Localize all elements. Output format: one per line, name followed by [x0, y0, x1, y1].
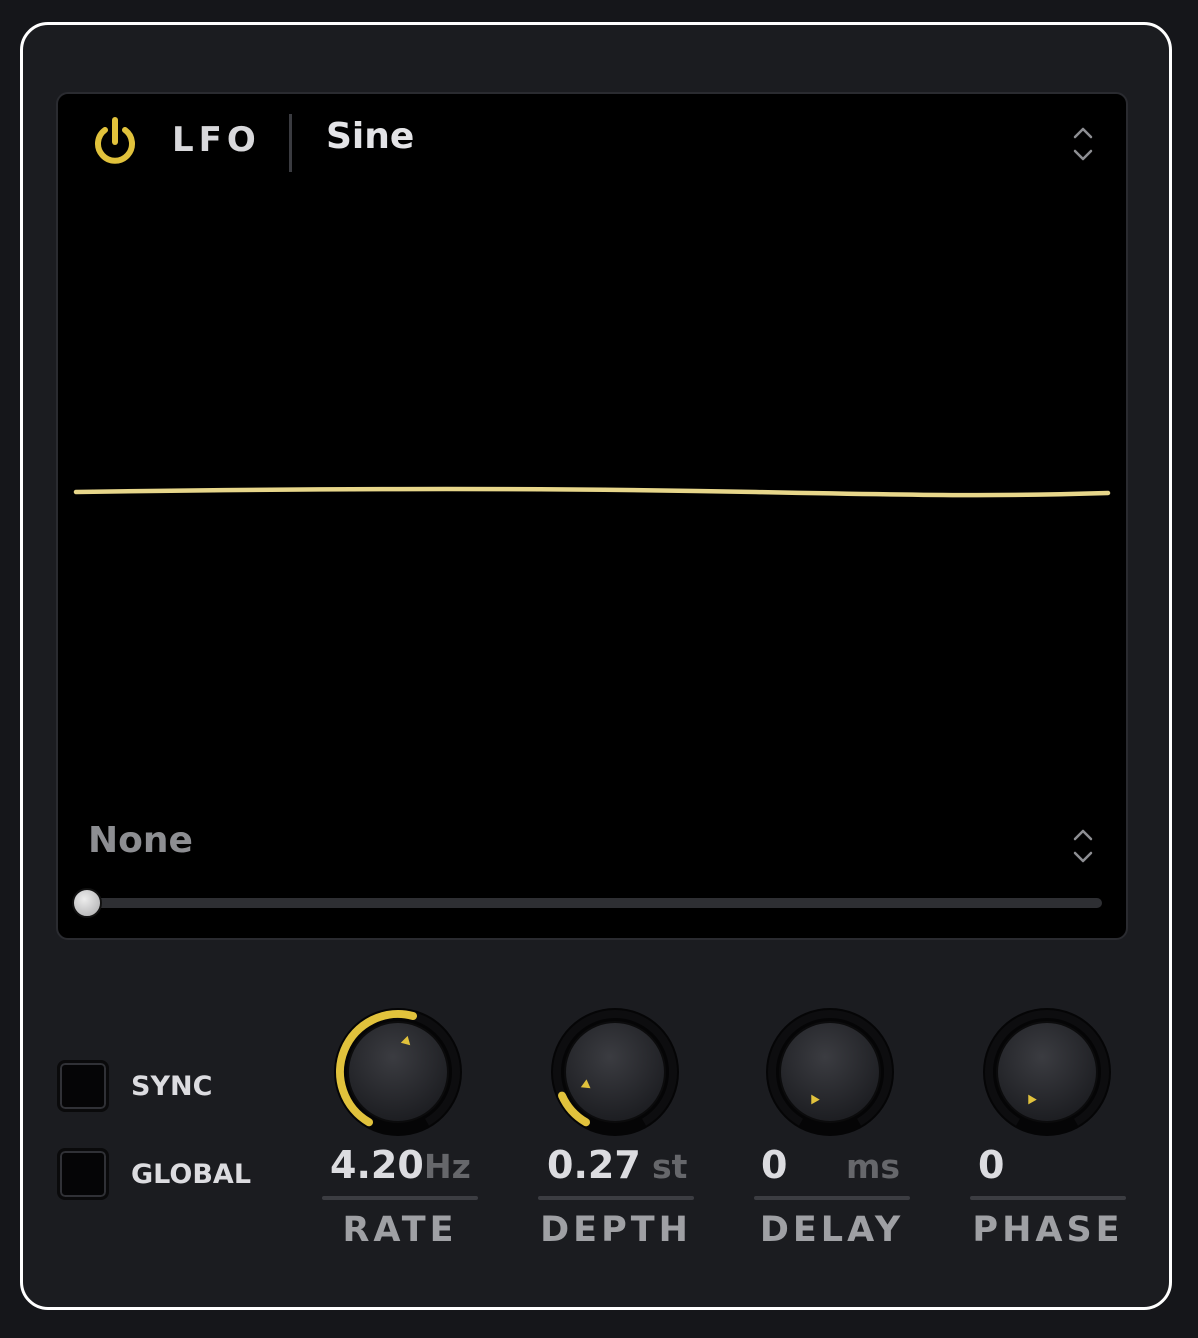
lfo-waveform [73, 486, 1111, 498]
phase-value[interactable]: 0 [978, 1143, 1004, 1187]
knob-cap [347, 1021, 449, 1123]
delay-unit: ms [846, 1147, 901, 1186]
depth-divider [538, 1196, 694, 1200]
sync-checkbox[interactable] [57, 1060, 109, 1112]
rate-value[interactable]: 4.20 [330, 1143, 424, 1187]
rate-label: RATE [342, 1210, 458, 1250]
rate-divider [322, 1196, 478, 1200]
global-label: GLOBAL [131, 1159, 252, 1190]
delay-divider [754, 1196, 910, 1200]
depth-value[interactable]: 0.27 [547, 1143, 641, 1187]
source-up-down-chevron-icon[interactable] [1070, 826, 1096, 866]
sync-label: SYNC [131, 1071, 213, 1102]
depth-label: DEPTH [540, 1210, 692, 1250]
rate-unit: Hz [424, 1147, 471, 1186]
phase-label: PHASE [972, 1210, 1124, 1250]
modulation-amount-slider[interactable] [90, 898, 1102, 908]
knob-cap [996, 1021, 1098, 1123]
phase-knob[interactable] [977, 1002, 1117, 1142]
delay-label: DELAY [759, 1210, 905, 1250]
knob-cap [779, 1021, 881, 1123]
global-checkbox[interactable] [57, 1148, 109, 1200]
modulation-source-select[interactable]: None [88, 820, 193, 861]
knob-cap [564, 1021, 666, 1123]
modulation-amount-slider-thumb[interactable] [72, 888, 102, 918]
depth-unit: st [652, 1147, 688, 1186]
depth-knob[interactable] [545, 1002, 685, 1142]
delay-value[interactable]: 0 [761, 1143, 787, 1187]
rate-knob[interactable] [328, 1002, 468, 1142]
phase-divider [970, 1196, 1126, 1200]
delay-knob[interactable] [760, 1002, 900, 1142]
